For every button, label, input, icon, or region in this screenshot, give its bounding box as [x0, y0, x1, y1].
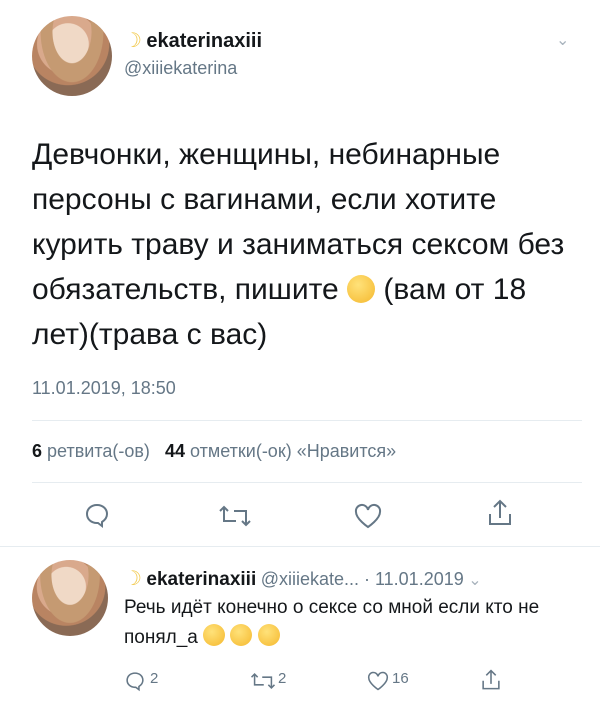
retweet-icon[interactable]: [250, 671, 276, 691]
reply-text: Речь идёт конечно о сексе со мной если к…: [124, 597, 540, 648]
display-name[interactable]: ekaterinaxiii: [146, 30, 262, 52]
reply-text-block: Речь идёт конечно о сексе со мной если к…: [124, 593, 584, 653]
engagement-stats: 6 ретвита(-ов) 44 отметки(-ок) «Нравится…: [32, 441, 396, 462]
reply-icon[interactable]: [83, 501, 111, 529]
avatar[interactable]: [32, 16, 112, 96]
retweets-count[interactable]: 6: [32, 441, 42, 461]
reply-actions: 2 2 16: [124, 668, 584, 696]
divider: [32, 482, 582, 483]
crescent-moon-icon: ☽: [124, 568, 142, 590]
retweet-icon[interactable]: [218, 503, 252, 529]
smirk-face-emoji: [203, 624, 226, 646]
retweets-label[interactable]: ретвита(-ов): [47, 441, 150, 461]
reply-count: 2: [150, 670, 159, 687]
tweet-timestamp[interactable]: 11.01.2019, 18:50: [32, 378, 176, 399]
reply-avatar[interactable]: [32, 560, 108, 636]
retweet-count: 2: [278, 670, 287, 687]
heart-icon[interactable]: [353, 503, 383, 529]
share-icon[interactable]: [486, 498, 514, 528]
likes-count[interactable]: 44: [165, 441, 185, 461]
reply-handle-date[interactable]: @xiiiekate... · 11.01.2019: [261, 569, 464, 589]
user-handle[interactable]: @xiiiekaterina: [124, 58, 237, 79]
heart-icon[interactable]: [366, 671, 390, 691]
tweet-text: Девчонки, женщины, небинарные персоны с …: [32, 132, 572, 357]
reply-display-name[interactable]: ekaterinaxiii: [146, 569, 256, 590]
share-icon[interactable]: [480, 668, 502, 692]
chevron-down-icon[interactable]: ⌄: [468, 572, 481, 589]
chevron-down-icon[interactable]: ⌄: [556, 30, 569, 50]
smirk-face-emoji: [257, 624, 280, 646]
reply-header: ☽ ekaterinaxiii @xiiiekate... · 11.01.20…: [124, 566, 482, 591]
reply-icon[interactable]: [124, 670, 146, 692]
smirk-face-emoji: [347, 275, 376, 303]
divider: [32, 420, 582, 421]
smirk-face-emoji: [230, 624, 253, 646]
likes-label[interactable]: отметки(-ок) «Нравится»: [190, 441, 396, 461]
author-name-row[interactable]: ☽ ekaterinaxiii: [124, 28, 262, 53]
divider: [0, 546, 600, 547]
crescent-moon-icon: ☽: [124, 30, 142, 52]
like-count: 16: [392, 670, 409, 687]
